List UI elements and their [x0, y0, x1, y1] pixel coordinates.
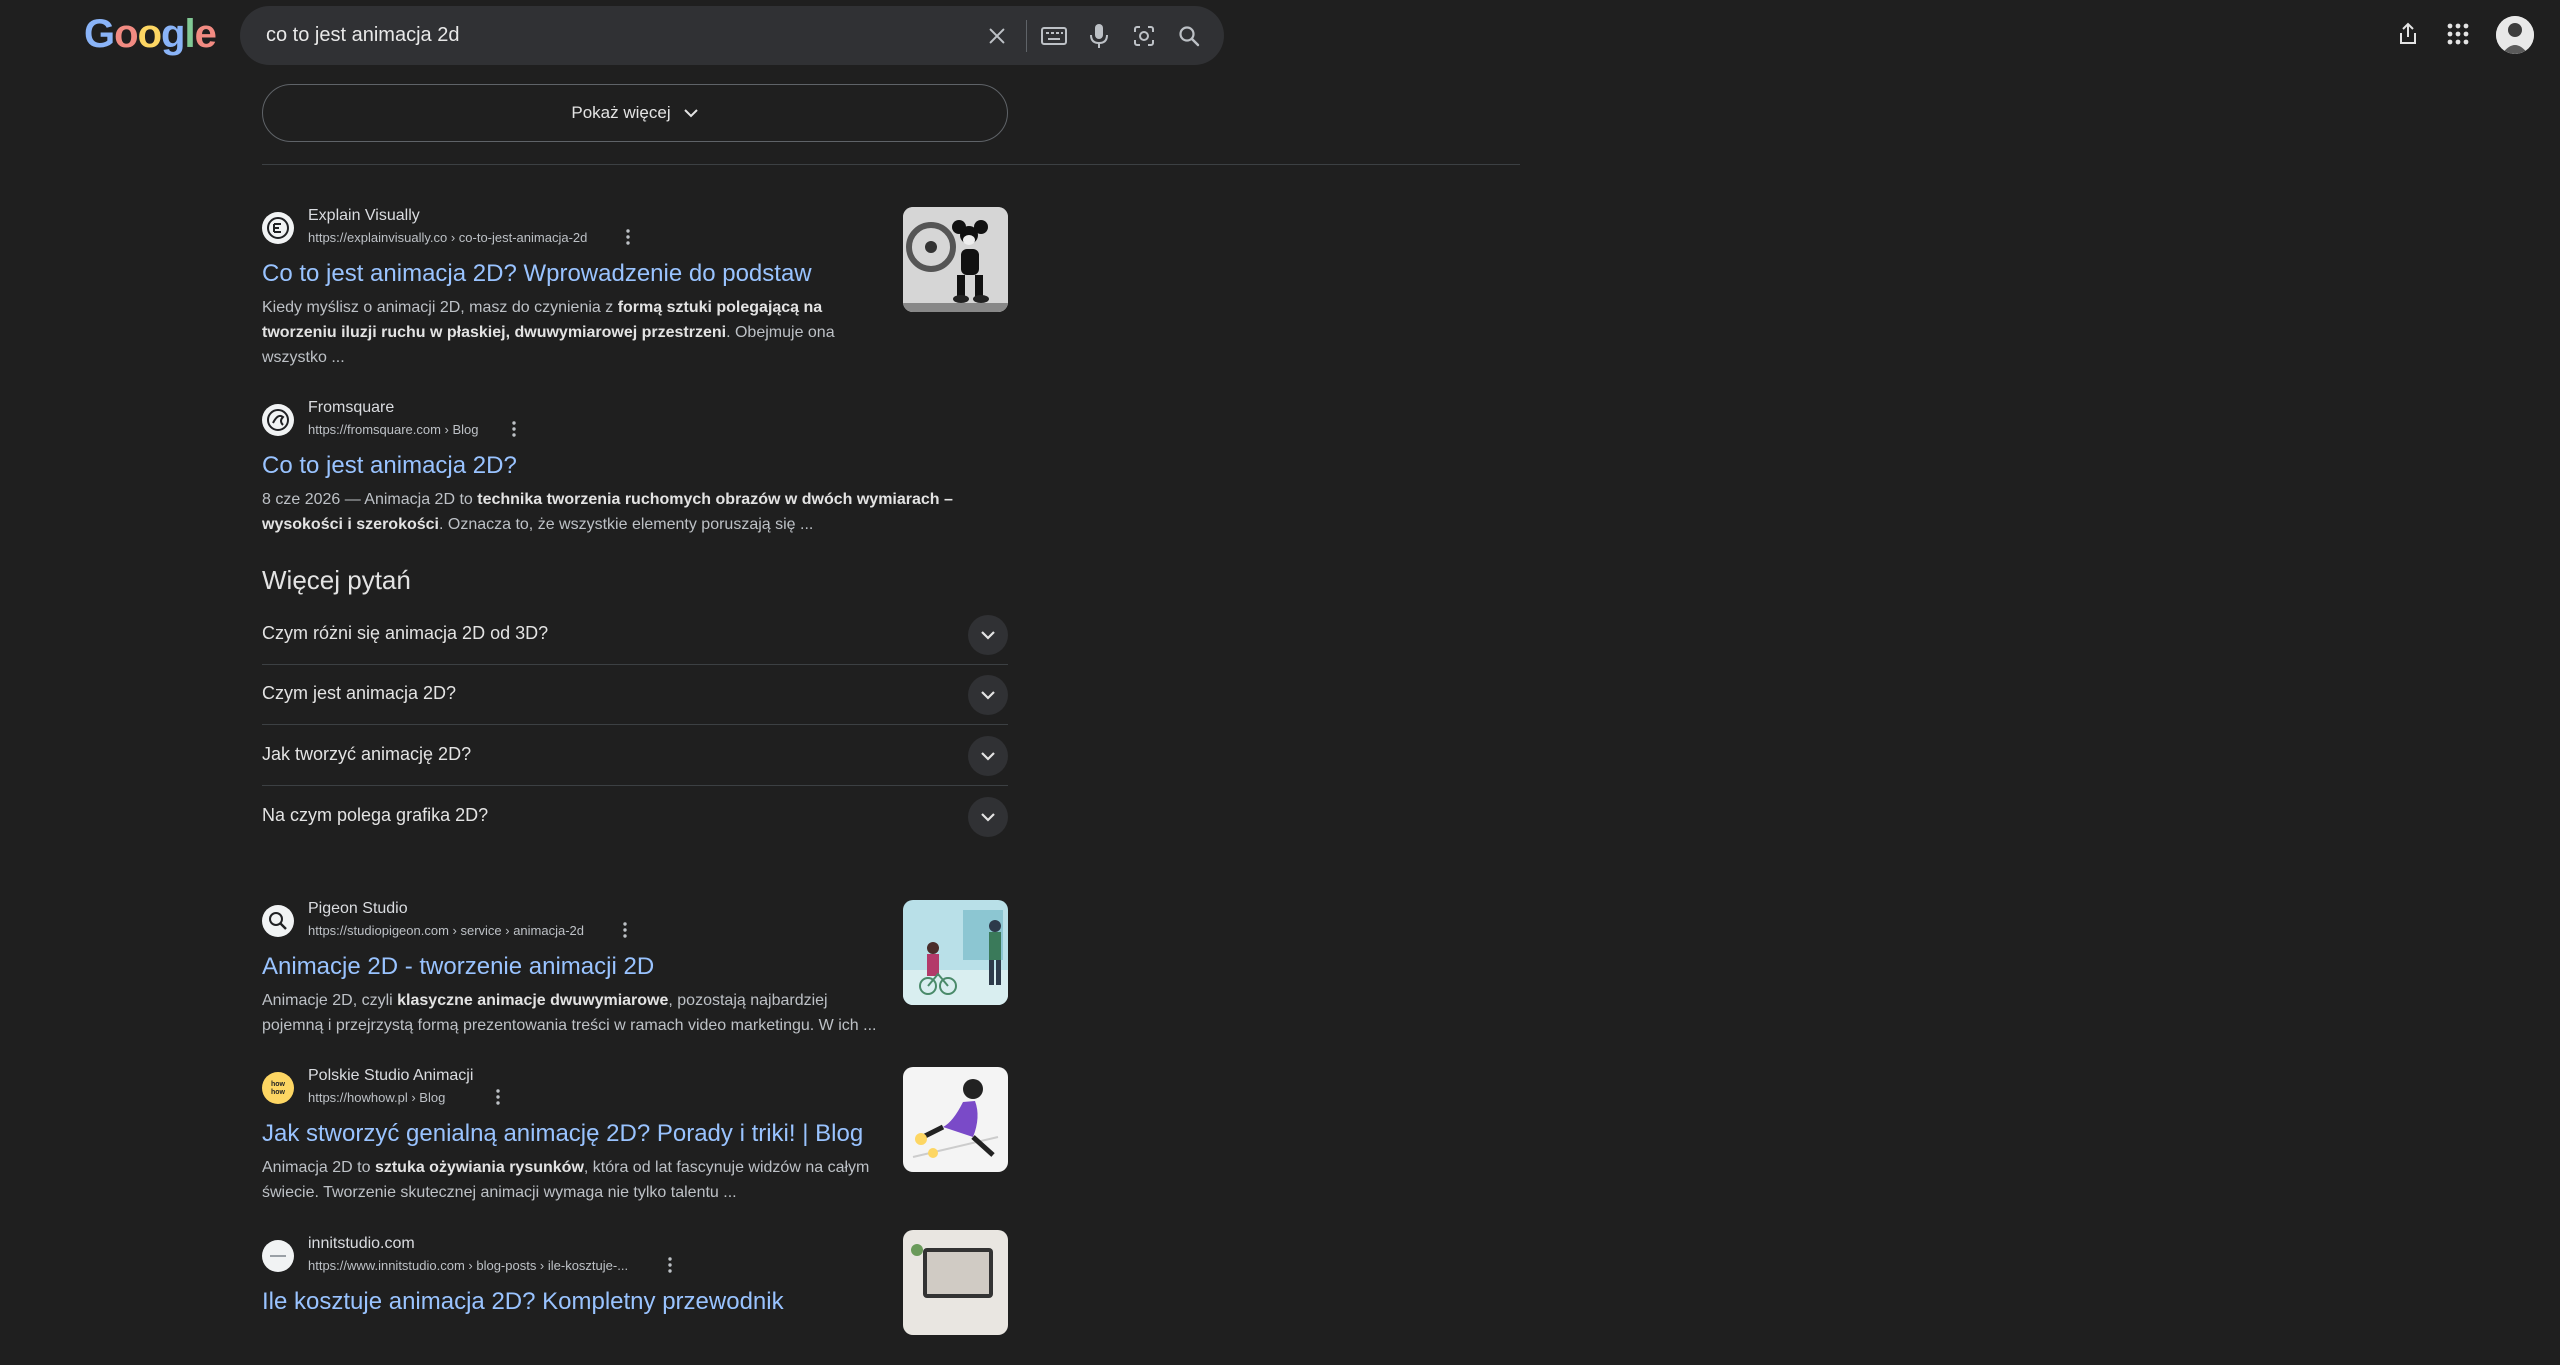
close-icon[interactable] — [981, 20, 1013, 52]
search-box — [240, 6, 1224, 65]
show-more-button[interactable]: Pokaż więcej — [262, 84, 1008, 142]
result-snippet: Kiedy myślisz o animacji 2D, masz do czy… — [262, 295, 882, 370]
question-text: Jak tworzyć animację 2D? — [262, 744, 472, 764]
result-thumbnail[interactable] — [903, 207, 1008, 312]
share-icon[interactable] — [2392, 18, 2424, 50]
snippet-text: Kiedy myślisz o animacji 2D, masz do czy… — [262, 299, 618, 316]
snippet-text: . Oznacza to, że wszystkie elementy poru… — [438, 516, 814, 533]
svg-text:how: how — [271, 1081, 286, 1088]
logo-letter: G — [84, 12, 115, 56]
search-input[interactable] — [264, 6, 964, 65]
result-title-link[interactable]: Jak stworzyć genialną animację 2D? Porad… — [262, 1119, 863, 1149]
search-result: innitstudio.com https://www.innitstudio.… — [262, 1230, 1008, 1365]
site-url: https://studiopigeon.com › service › ani… — [308, 923, 585, 938]
search-result: how how Polskie Studio Animacji https://h… — [262, 1067, 1008, 1217]
favicon — [262, 404, 294, 436]
more-options-icon[interactable] — [488, 1087, 508, 1107]
snippet-text: 8 cze 2026 — Animacja 2D to — [262, 491, 478, 508]
google-logo[interactable]: Google — [84, 12, 217, 56]
logo-letter: l — [184, 12, 195, 56]
chevron-down-icon[interactable] — [968, 675, 1008, 715]
logo-letter: g — [161, 12, 185, 56]
chevron-down-icon[interactable] — [968, 736, 1008, 776]
site-url: https://fromsquare.com › Blog — [308, 422, 479, 437]
section-divider — [262, 164, 1520, 165]
chevron-down-icon[interactable] — [968, 797, 1008, 837]
search-result: Explain Visually https://explainvisually… — [262, 207, 1008, 367]
microphone-icon[interactable] — [1083, 20, 1115, 52]
result-thumbnail[interactable] — [903, 1230, 1008, 1335]
search-icon[interactable] — [1173, 20, 1205, 52]
logo-letter: e — [194, 12, 217, 56]
result-snippet: Animacje 2D, czyli klasyczne animacje dw… — [262, 988, 882, 1038]
snippet-text: Animacja 2D to — [262, 1159, 375, 1176]
result-thumbnail[interactable] — [903, 1067, 1008, 1172]
result-title-link[interactable]: Co to jest animacja 2D? Wprowadzenie do … — [262, 259, 812, 289]
question-text: Czym różni się animacja 2D od 3D? — [262, 623, 549, 643]
more-questions-heading: Więcej pytań — [262, 565, 411, 595]
site-url: https://howhow.pl › Blog — [308, 1090, 446, 1105]
favicon — [262, 212, 294, 244]
svg-text:how: how — [271, 1089, 286, 1096]
question-text: Na czym polega grafika 2D? — [262, 805, 489, 825]
favicon — [262, 905, 294, 937]
favicon: how how — [262, 1072, 294, 1104]
snippet-highlight: klasyczne animacje dwuwymiarowe — [397, 992, 669, 1009]
more-options-icon[interactable] — [660, 1255, 680, 1275]
site-url: https://www.innitstudio.com › blog-posts… — [308, 1258, 629, 1273]
chevron-down-icon — [683, 103, 699, 123]
question-item[interactable]: Jak tworzyć animację 2D? — [262, 726, 1008, 786]
favicon — [262, 1240, 294, 1272]
site-name: Pigeon Studio — [308, 900, 408, 917]
site-name: Fromsquare — [308, 399, 395, 416]
search-result: Pigeon Studio https://studiopigeon.com ›… — [262, 900, 1008, 1050]
site-name: Polskie Studio Animacji — [308, 1067, 474, 1084]
logo-letter: o — [137, 12, 162, 56]
result-title-link[interactable]: Animacje 2D - tworzenie animacji 2D — [262, 952, 654, 982]
result-title-link[interactable]: Ile kosztuje animacja 2D? Kompletny prze… — [262, 1287, 784, 1317]
result-snippet: Animacja 2D to sztuka ożywiania rysunków… — [262, 1155, 882, 1205]
logo-letter: o — [114, 12, 138, 56]
header: Google — [0, 0, 2560, 70]
result-title-link[interactable]: Co to jest animacja 2D? — [262, 451, 517, 481]
keyboard-icon[interactable] — [1038, 20, 1070, 52]
avatar[interactable] — [2496, 16, 2534, 54]
snippet-highlight: sztuka ożywiania rysunków — [374, 1159, 584, 1176]
more-options-icon[interactable] — [615, 920, 635, 940]
result-snippet: 8 cze 2026 — Animacja 2D to technika two… — [262, 487, 962, 537]
question-item[interactable]: Na czym polega grafika 2D? — [262, 787, 1008, 847]
snippet-text: Animacje 2D, czyli — [262, 992, 398, 1009]
more-options-icon[interactable] — [618, 227, 638, 247]
result-thumbnail[interactable] — [903, 900, 1008, 1005]
site-name: Explain Visually — [308, 207, 420, 224]
question-item[interactable]: Czym różni się animacja 2D od 3D? — [262, 605, 1008, 665]
site-name: innitstudio.com — [308, 1235, 415, 1252]
question-text: Czym jest animacja 2D? — [262, 683, 457, 703]
question-item[interactable]: Czym jest animacja 2D? — [262, 665, 1008, 725]
apps-icon[interactable] — [2442, 18, 2474, 50]
chevron-down-icon[interactable] — [968, 615, 1008, 655]
site-url: https://explainvisually.co › co-to-jest-… — [308, 230, 588, 245]
lens-icon[interactable] — [1128, 20, 1160, 52]
more-options-icon[interactable] — [504, 419, 524, 439]
search-divider — [1026, 20, 1027, 52]
show-more-label: Pokaż więcej — [571, 103, 671, 122]
search-result: Fromsquare https://fromsquare.com › Blog… — [262, 399, 1008, 549]
